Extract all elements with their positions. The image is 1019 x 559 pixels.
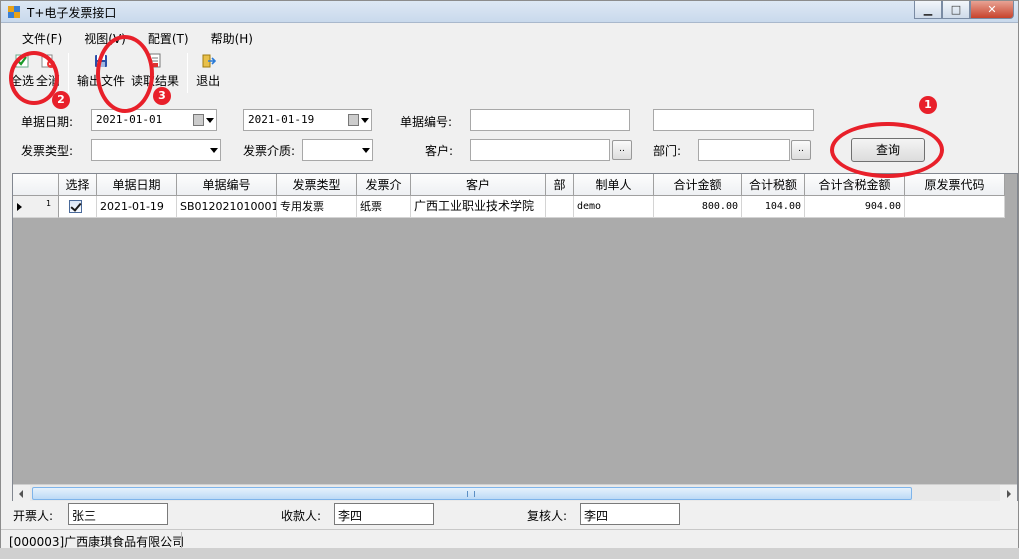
invoice-type-label: 发票类型: — [21, 144, 74, 158]
department-cell[interactable] — [546, 196, 574, 218]
annotation-badge-1: 1 — [919, 96, 937, 114]
exit-button[interactable]: 退出 — [193, 49, 223, 93]
doc-date-cell[interactable]: 2021-01-19 — [97, 196, 177, 218]
bottom-edge — [0, 548, 1019, 559]
menu-help[interactable]: 帮助(H) — [199, 27, 263, 49]
chevron-down-icon[interactable] — [210, 148, 218, 153]
row-header-corner — [13, 174, 59, 196]
chevron-down-icon[interactable] — [362, 148, 370, 153]
app-icon — [8, 6, 20, 18]
horizontal-scrollbar[interactable] — [13, 484, 1017, 502]
col-header-total-amount[interactable]: 合计金额 — [654, 174, 742, 196]
date-to-picker[interactable]: 2021-01-19 — [243, 109, 372, 131]
creator-cell[interactable]: demo — [574, 196, 654, 218]
doc-no-label: 单据编号: — [400, 115, 453, 129]
col-header-invoice-medium[interactable]: 发票介 — [357, 174, 411, 196]
payee-label: 收款人: — [281, 509, 322, 523]
grip-icon — [467, 491, 475, 497]
title-bar[interactable]: T+电子发票接口 ▁ □ ✕ — [1, 1, 1018, 23]
status-separator — [181, 532, 182, 548]
total-with-tax-cell[interactable]: 904.00 — [805, 196, 905, 218]
doc-no-from-input[interactable] — [470, 109, 630, 131]
row-checkbox[interactable] — [69, 200, 82, 213]
invoice-type-select[interactable] — [91, 139, 221, 161]
invoice-type-cell[interactable]: 专用发票 — [277, 196, 357, 218]
select-cell[interactable] — [59, 196, 97, 218]
col-header-customer[interactable]: 客户 — [411, 174, 546, 196]
date-from-picker[interactable]: 2021-01-01 — [91, 109, 217, 131]
invoice-medium-cell[interactable]: 纸票 — [357, 196, 411, 218]
payee-input[interactable]: 李四 — [334, 503, 434, 525]
col-header-department[interactable]: 部 — [546, 174, 574, 196]
annotation-circle-export — [96, 35, 154, 113]
current-row-icon — [17, 203, 22, 211]
doc-no-cell[interactable]: SB012021010001 — [177, 196, 277, 218]
minimize-icon[interactable]: ▁ — [914, 1, 942, 19]
total-amount-cell[interactable]: 800.00 — [654, 196, 742, 218]
reviewer-label: 复核人: — [527, 509, 568, 523]
customer-input[interactable] — [470, 139, 610, 161]
invoice-medium-select[interactable] — [302, 139, 373, 161]
close-icon[interactable]: ✕ — [970, 1, 1014, 19]
grid-header: 选择 单据日期 单据编号 发票类型 发票介 客户 部 制单人 合计金额 合计税额… — [13, 174, 1005, 196]
annotation-badge-3: 3 — [153, 87, 171, 105]
doc-no-to-input[interactable] — [653, 109, 814, 131]
col-header-doc-date[interactable]: 单据日期 — [97, 174, 177, 196]
invoice-grid: 选择 单据日期 单据编号 发票类型 发票介 客户 部 制单人 合计金额 合计税额… — [12, 173, 1018, 502]
col-header-total-tax[interactable]: 合计税额 — [742, 174, 805, 196]
toolbar-separator — [68, 53, 70, 93]
drawer-input[interactable]: 张三 — [68, 503, 168, 525]
department-browse-button[interactable]: .. — [791, 140, 811, 160]
drawer-label: 开票人: — [13, 509, 54, 523]
invoice-medium-label: 发票介质: — [243, 144, 296, 158]
menu-file[interactable]: 文件(F) — [10, 27, 72, 49]
col-header-original-code[interactable]: 原发票代码 — [905, 174, 1005, 196]
col-header-select[interactable]: 选择 — [59, 174, 97, 196]
doc-date-label: 单据日期: — [21, 115, 74, 129]
col-header-invoice-type[interactable]: 发票类型 — [277, 174, 357, 196]
window-controls: ▁ □ ✕ — [914, 1, 1014, 19]
main-window: T+电子发票接口 ▁ □ ✕ 文件(F) 视图(V) 配置(T) 帮助(H) 全… — [0, 0, 1019, 559]
reviewer-input[interactable]: 李四 — [580, 503, 680, 525]
toolbar-separator — [187, 53, 189, 93]
customer-label: 客户: — [425, 144, 454, 158]
total-tax-cell[interactable]: 104.00 — [742, 196, 805, 218]
scroll-right-icon[interactable] — [1000, 485, 1017, 502]
scroll-left-icon[interactable] — [13, 485, 30, 502]
col-header-creator[interactable]: 制单人 — [574, 174, 654, 196]
customer-browse-button[interactable]: .. — [612, 140, 632, 160]
department-input[interactable] — [698, 139, 790, 161]
col-header-doc-no[interactable]: 单据编号 — [177, 174, 277, 196]
calendar-icon[interactable] — [348, 114, 359, 126]
annotation-badge-2: 2 — [52, 91, 70, 109]
calendar-icon[interactable] — [193, 114, 204, 126]
annotation-circle-query — [830, 122, 944, 178]
status-bar: [000003]广西康琪食品有限公司 — [1, 529, 1018, 549]
grid-body: 选择 单据日期 单据编号 发票类型 发票介 客户 部 制单人 合计金额 合计税额… — [13, 174, 1017, 484]
row-header[interactable]: 1 — [13, 196, 59, 218]
maximize-icon[interactable]: □ — [942, 1, 970, 19]
customer-cell[interactable]: 广西工业职业技术学院 — [411, 196, 546, 218]
original-code-cell[interactable] — [905, 196, 1005, 218]
exit-icon — [202, 54, 217, 68]
scroll-thumb[interactable] — [32, 487, 912, 500]
chevron-down-icon[interactable] — [361, 118, 369, 123]
department-label: 部门: — [653, 144, 682, 158]
table-row[interactable]: 1 2021-01-19 SB012021010001 专用发票 纸票 广西工业… — [13, 196, 1005, 218]
window-title: T+电子发票接口 — [27, 6, 117, 20]
chevron-down-icon[interactable] — [206, 118, 214, 123]
